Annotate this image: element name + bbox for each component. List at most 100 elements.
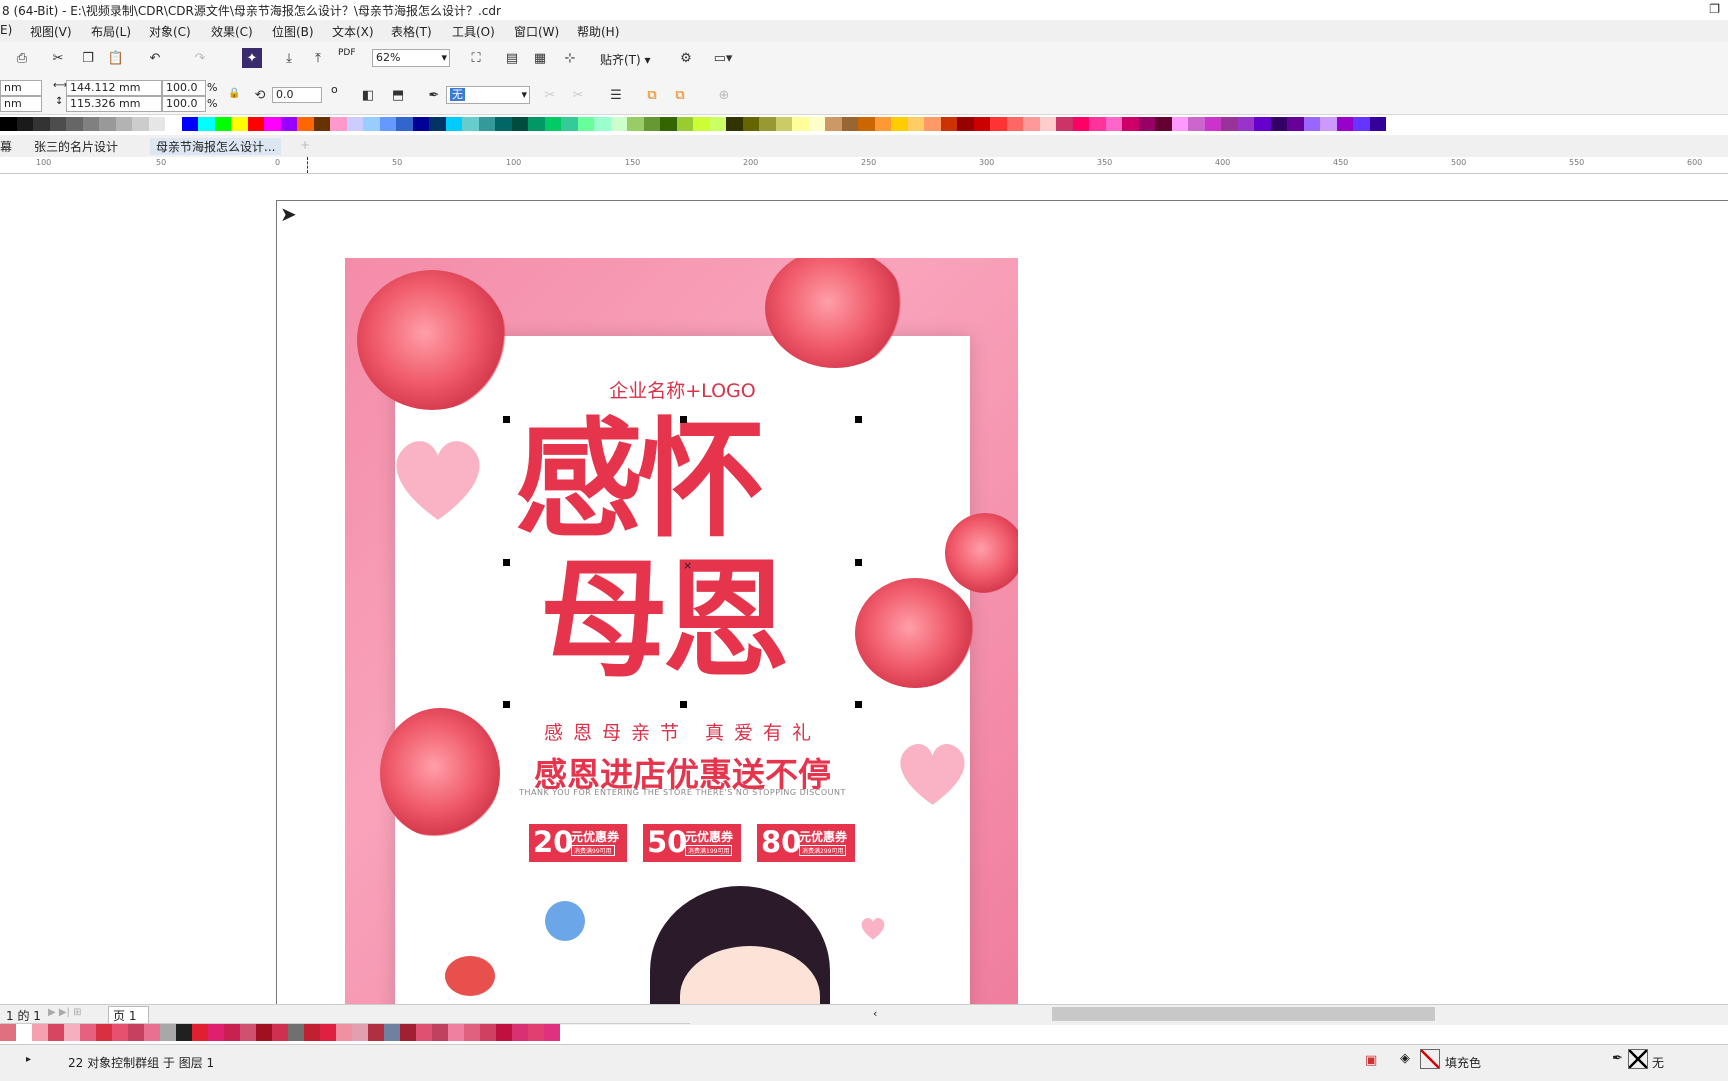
options-gear-icon[interactable]: ⚙ — [676, 48, 696, 68]
document-color-swatch[interactable] — [400, 1024, 416, 1041]
color-swatch[interactable] — [1353, 117, 1370, 131]
color-swatch[interactable] — [297, 117, 314, 131]
document-color-swatch[interactable] — [144, 1024, 160, 1041]
document-color-swatch[interactable] — [544, 1024, 560, 1041]
color-swatch[interactable] — [148, 117, 165, 131]
color-swatch[interactable] — [1287, 117, 1304, 131]
color-swatch[interactable] — [462, 117, 479, 131]
tab-welcome[interactable]: 幕 — [0, 138, 12, 155]
tab-mothers-day-poster[interactable]: 母亲节海报怎么设计... — [150, 138, 282, 155]
print-icon[interactable]: ⎙ — [12, 48, 32, 68]
color-swatch[interactable] — [0, 117, 17, 131]
color-swatch[interactable] — [495, 117, 512, 131]
rulers-icon[interactable]: ▤ — [502, 48, 522, 68]
color-swatch[interactable] — [82, 117, 99, 131]
color-swatch[interactable] — [396, 117, 413, 131]
new-tab-icon[interactable]: + — [300, 138, 310, 152]
x-position-field[interactable]: nm — [0, 80, 42, 96]
lock-ratio-icon[interactable]: 🔒 — [228, 88, 240, 99]
document-color-swatch[interactable] — [448, 1024, 464, 1041]
menu-edit[interactable]: E) — [0, 23, 12, 37]
color-swatch[interactable] — [825, 117, 842, 131]
document-color-swatch[interactable] — [160, 1024, 176, 1041]
chevron-down-icon[interactable]: ▾ — [441, 50, 447, 66]
color-swatch[interactable] — [1270, 117, 1287, 131]
document-color-swatch[interactable] — [0, 1024, 16, 1041]
guidelines-icon[interactable]: ⊹ — [560, 48, 580, 68]
color-swatch[interactable] — [627, 117, 644, 131]
color-swatch[interactable] — [643, 117, 660, 131]
tab-business-card[interactable]: 张三的名片设计 — [34, 138, 118, 155]
color-swatch[interactable] — [1303, 117, 1320, 131]
redo-icon[interactable]: ↷ — [190, 48, 210, 68]
color-swatch[interactable] — [33, 117, 50, 131]
color-swatch[interactable] — [693, 117, 710, 131]
selection-handle[interactable] — [503, 701, 510, 708]
selection-handle[interactable] — [680, 701, 687, 708]
snap-to-button[interactable]: 贴齐(T) ▾ — [600, 51, 651, 68]
document-color-swatch[interactable] — [128, 1024, 144, 1041]
document-color-swatch[interactable] — [512, 1024, 528, 1041]
horizontal-scrollbar-thumb[interactable] — [1052, 1007, 1435, 1021]
document-color-swatch[interactable] — [16, 1024, 32, 1041]
color-swatch[interactable] — [528, 117, 545, 131]
color-swatch[interactable] — [1056, 117, 1073, 131]
color-swatch[interactable] — [1072, 117, 1089, 131]
color-swatch[interactable] — [66, 117, 83, 131]
selection-handle[interactable] — [855, 559, 862, 566]
paste-icon[interactable]: 📋 — [106, 48, 126, 68]
document-color-swatch[interactable] — [528, 1024, 544, 1041]
color-swatch[interactable] — [264, 117, 281, 131]
color-swatch[interactable] — [247, 117, 264, 131]
color-swatch[interactable] — [907, 117, 924, 131]
color-swatch[interactable] — [165, 117, 182, 131]
height-field[interactable]: 115.326 mm — [66, 96, 162, 112]
color-swatch[interactable] — [940, 117, 957, 131]
menu-layout[interactable]: 布局(L) — [91, 23, 131, 40]
chevron-down-icon[interactable]: ▾ — [521, 87, 527, 103]
color-swatch[interactable] — [478, 117, 495, 131]
selection-handle[interactable] — [503, 559, 510, 566]
document-color-swatch[interactable] — [416, 1024, 432, 1041]
document-color-swatch[interactable] — [64, 1024, 80, 1041]
document-color-swatch[interactable] — [352, 1024, 368, 1041]
document-color-swatch[interactable] — [288, 1024, 304, 1041]
menu-view[interactable]: 视图(V) — [30, 23, 72, 40]
color-swatch[interactable] — [1105, 117, 1122, 131]
color-swatch[interactable] — [709, 117, 726, 131]
selection-handle[interactable] — [855, 701, 862, 708]
document-color-swatch[interactable] — [224, 1024, 240, 1041]
document-color-swatch[interactable] — [384, 1024, 400, 1041]
color-swatch[interactable] — [1089, 117, 1106, 131]
color-swatch[interactable] — [1138, 117, 1155, 131]
scale-height-field[interactable]: 100.0 — [162, 96, 206, 112]
to-front-icon[interactable]: ⧉ — [642, 85, 662, 105]
color-swatch[interactable] — [412, 117, 429, 131]
color-swatch[interactable] — [16, 117, 33, 131]
y-position-field[interactable]: nm — [0, 96, 42, 112]
document-color-swatch[interactable] — [464, 1024, 480, 1041]
color-swatch[interactable] — [792, 117, 809, 131]
menu-tools[interactable]: 工具(O) — [452, 23, 495, 40]
document-color-swatch[interactable] — [96, 1024, 112, 1041]
outline-pen-icon[interactable]: ✒ — [1612, 1051, 1623, 1066]
color-swatch[interactable] — [1171, 117, 1188, 131]
document-color-swatch[interactable] — [48, 1024, 64, 1041]
outline-width-field[interactable]: 无 ▾ — [446, 86, 530, 104]
undo-icon[interactable]: ↶ — [145, 48, 165, 68]
color-swatch[interactable] — [214, 117, 231, 131]
color-swatch[interactable] — [1039, 117, 1056, 131]
text-wrap-icon[interactable]: ☰ — [606, 85, 626, 105]
document-color-swatch[interactable] — [304, 1024, 320, 1041]
combine-icon[interactable]: ✂ — [568, 85, 588, 105]
fill-bucket-icon[interactable]: ◈ — [1400, 1051, 1410, 1066]
color-swatch[interactable] — [594, 117, 611, 131]
color-swatch[interactable] — [231, 117, 248, 131]
menu-object[interactable]: 对象(C) — [149, 23, 191, 40]
selection-handle[interactable] — [503, 416, 510, 423]
color-proof-icon[interactable]: ▣ — [1365, 1053, 1377, 1068]
add-icon[interactable]: ⊕ — [714, 85, 734, 105]
document-color-swatch[interactable] — [32, 1024, 48, 1041]
color-swatch[interactable] — [1336, 117, 1353, 131]
menu-bitmaps[interactable]: 位图(B) — [272, 23, 314, 40]
